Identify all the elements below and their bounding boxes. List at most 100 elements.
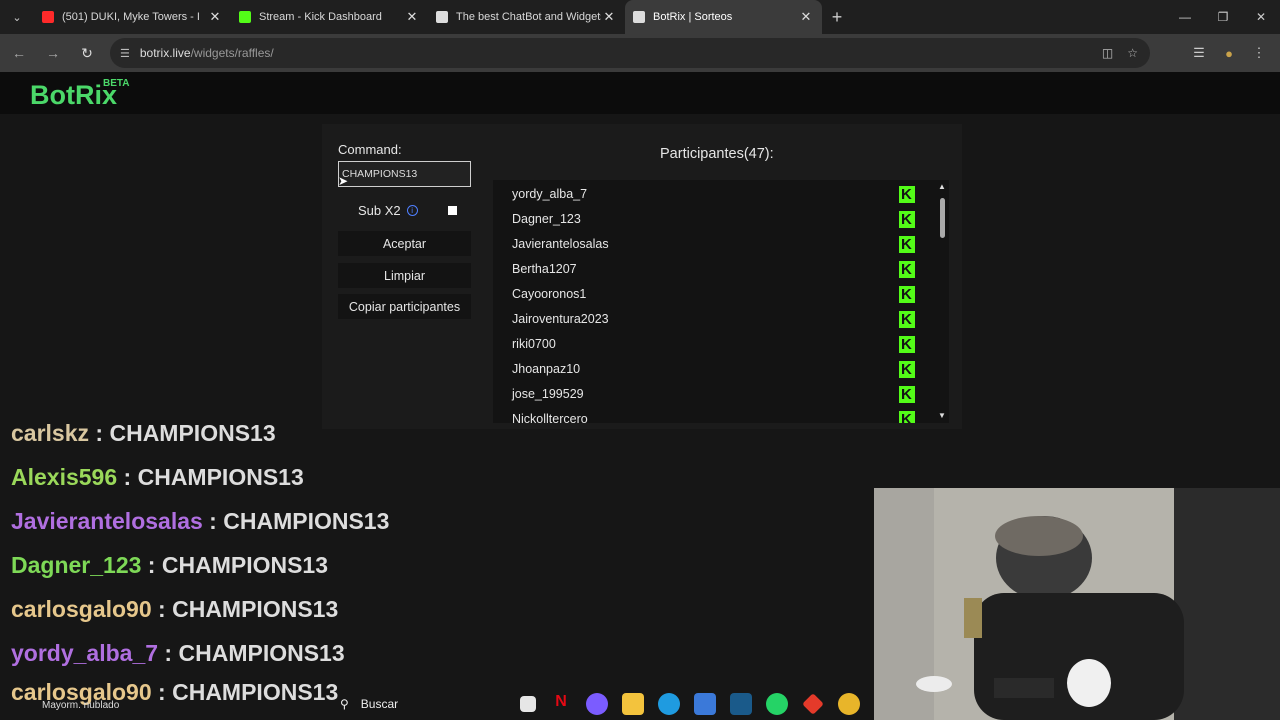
chat-text: CHAMPIONS13 [137, 464, 304, 490]
chat-text: CHAMPIONS13 [223, 508, 390, 534]
weather-text[interactable]: Mayorm. nublado [42, 700, 119, 711]
chat-text: CHAMPIONS13 [109, 420, 276, 446]
webcam-image [874, 488, 1280, 720]
app-header: BotRix BETA [0, 72, 1280, 114]
chat-username: Javierantelosalas [11, 508, 203, 534]
netflix-icon[interactable]: N [550, 693, 572, 715]
browser-tab[interactable]: (501) DUKI, Myke Towers - I ✕ [34, 0, 231, 34]
kick-logo-icon [899, 286, 915, 303]
sub-x2-label: Sub X2 [358, 202, 401, 218]
participant-row: Bertha1207 [493, 255, 933, 280]
participant-row: Dagner_123 [493, 205, 933, 230]
chat-username: Dagner_123 [11, 552, 142, 578]
url-path: /widgets/raffles/ [190, 46, 274, 60]
participant-name: riki0700 [512, 337, 556, 351]
profile-avatar-icon[interactable]: ● [1214, 46, 1244, 61]
chat-username: carlosgalo90 [11, 596, 152, 622]
participant-row: riki0700 [493, 330, 933, 355]
browser-tab[interactable]: BotRix | Sorteos ✕ [625, 0, 822, 34]
accept-button[interactable]: Aceptar [338, 231, 471, 256]
copy-participants-button[interactable]: Copiar participantes [338, 294, 471, 319]
command-label: Command: [338, 142, 402, 157]
info-icon[interactable]: i [406, 204, 418, 216]
clear-button[interactable]: Limpiar [338, 263, 471, 288]
copilot-icon[interactable] [586, 693, 608, 715]
whatsapp-icon[interactable] [766, 693, 788, 715]
kick-logo-icon [899, 336, 915, 353]
taskbar-search-label: Buscar [360, 697, 399, 711]
file-explorer-icon[interactable] [622, 693, 644, 715]
windows-taskbar: Mayorm. nublado ⚲ Buscar N [0, 688, 1280, 720]
media-icon[interactable]: ☰ [1184, 45, 1214, 61]
new-tab-button[interactable]: + [822, 0, 852, 34]
tab-close-icon[interactable]: ✕ [207, 9, 223, 25]
kick-logo-icon [899, 261, 915, 278]
chat-separator: : [89, 420, 110, 446]
participant-name: Jhoanpaz10 [512, 362, 581, 376]
forward-icon[interactable]: → [38, 38, 68, 68]
participants-list[interactable]: ▲ ▼ yordy_alba_7 Dagner_123 Javierantelosa… [493, 180, 949, 423]
tab-favicon-icon [436, 11, 448, 23]
scroll-up-icon[interactable]: ▲ [938, 182, 946, 191]
kick-logo-icon [899, 311, 915, 328]
chrome-icon[interactable] [838, 693, 860, 715]
kick-logo-icon [899, 211, 915, 228]
store-icon[interactable] [694, 693, 716, 715]
tab-favicon-icon [633, 11, 645, 23]
site-info-icon[interactable]: ☰ [120, 47, 130, 60]
chat-username: Alexis596 [11, 464, 118, 490]
scroll-down-icon[interactable]: ▼ [938, 411, 946, 420]
chat-message: Alexis596 : CHAMPIONS13 [11, 464, 304, 491]
beta-badge: BETA [103, 78, 130, 89]
app-icon[interactable] [802, 693, 824, 715]
chat-separator: : [151, 596, 173, 622]
chat-separator: : [117, 464, 138, 490]
webcam-feed [874, 488, 1280, 720]
sub-x2-checkbox[interactable] [448, 205, 457, 215]
close-window-icon[interactable]: ✕ [1242, 0, 1280, 34]
edge-icon[interactable] [658, 693, 680, 715]
chat-message: yordy_alba_7 : CHAMPIONS13 [11, 640, 345, 667]
participant-name: Cayooronos1 [512, 287, 587, 301]
mouse-cursor-icon: ➤ [338, 174, 349, 188]
participant-row: Jairoventura2023 [493, 305, 933, 330]
participant-name: Dagner_123 [512, 212, 581, 226]
browser-tab[interactable]: The best ChatBot and Widgets ✕ [428, 0, 625, 34]
chat-separator: : [141, 552, 162, 578]
participant-row: Javierantelosalas [493, 230, 933, 255]
participant-row: yordy_alba_7 [493, 180, 933, 205]
task-view-icon[interactable] [520, 696, 536, 712]
tab-favicon-icon [42, 11, 54, 23]
tab-close-icon[interactable]: ✕ [601, 9, 617, 25]
address-bar[interactable]: ☰ botrix.live/widgets/raffles/ ◫ ☆ [110, 38, 1150, 68]
browser-menu-icon[interactable]: ⋮ [1244, 45, 1274, 61]
command-input[interactable] [338, 161, 471, 187]
translate-icon[interactable]: ◫ [1102, 46, 1113, 60]
taskbar-search[interactable]: ⚲ Buscar [330, 693, 500, 715]
tab-close-icon[interactable]: ✕ [404, 9, 420, 25]
maximize-icon[interactable]: ❐ [1204, 0, 1242, 34]
tab-strip: ⌄ (501) DUKI, Myke Towers - I ✕ Stream - K… [0, 0, 1280, 34]
window-controls: — ❐ ✕ [1166, 0, 1280, 34]
chat-text: CHAMPIONS13 [161, 552, 329, 578]
participant-row: jose_199529 [493, 380, 933, 405]
reload-icon[interactable]: ↻ [72, 38, 102, 68]
scrollbar-thumb[interactable] [940, 198, 945, 238]
minimize-icon[interactable]: — [1166, 0, 1204, 34]
participant-name: Nickolltercero [512, 412, 588, 423]
tab-close-icon[interactable]: ✕ [798, 9, 814, 25]
bookmark-star-icon[interactable]: ☆ [1127, 46, 1138, 60]
kick-logo-icon [899, 411, 915, 423]
chat-message: carlskz : CHAMPIONS13 [11, 420, 276, 447]
participant-row: Jhoanpaz10 [493, 355, 933, 380]
participant-name: yordy_alba_7 [512, 187, 588, 201]
browser-tab[interactable]: Stream - Kick Dashboard ✕ [231, 0, 428, 34]
chat-username: carlskz [11, 420, 90, 446]
tab-title: Stream - Kick Dashboard [259, 11, 382, 23]
disney-icon[interactable] [730, 693, 752, 715]
kick-logo-icon [899, 186, 915, 203]
back-icon[interactable]: ← [4, 38, 34, 68]
kick-logo-icon [899, 386, 915, 403]
tab-search-icon[interactable]: ⌄ [0, 0, 34, 34]
participant-name: Jairoventura2023 [512, 312, 609, 326]
